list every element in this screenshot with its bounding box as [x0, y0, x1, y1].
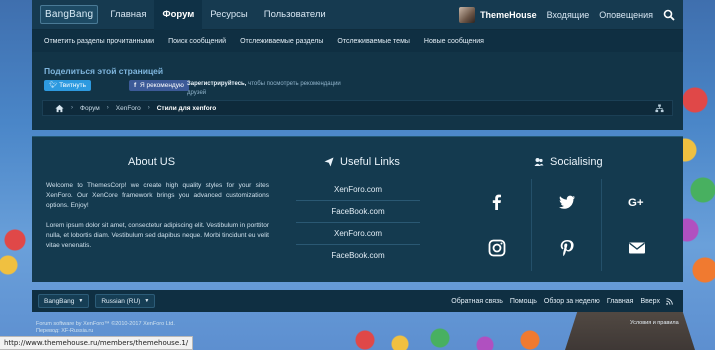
top-navigation: BangBang Главная Форум Ресурсы Пользоват…: [32, 0, 683, 30]
home-icon[interactable]: [55, 104, 64, 113]
breadcrumb-current[interactable]: Стили для xenforo: [157, 105, 217, 112]
chevron-right-icon: ›: [106, 105, 109, 111]
useful-link[interactable]: FaceBook.com: [296, 201, 420, 223]
socialising-title-wrap: Socialising: [534, 156, 603, 168]
users-icon: [534, 158, 544, 166]
user-nav: ThemeHouse Входящие Оповещения: [459, 0, 683, 30]
facebook-link[interactable]: [462, 179, 532, 225]
chevron-down-icon: ▼: [144, 298, 150, 304]
facebook-like-button[interactable]: f Я рекомендую: [129, 80, 189, 91]
useful-links-title-wrap: Useful Links: [324, 156, 400, 168]
about-title: About US: [128, 156, 176, 168]
footer-bar: BangBang ▼ Russian (RU) ▼ Обратная связь…: [32, 290, 683, 312]
facebook-icon: [492, 194, 501, 210]
style-chooser-label: BangBang: [44, 297, 75, 305]
breadcrumb-xenforo[interactable]: XenForo: [116, 105, 141, 112]
useful-link[interactable]: XenForo.com: [296, 223, 420, 245]
alerts-link[interactable]: Оповещения: [599, 10, 653, 20]
register-prompt: Зарегистрируйтесь, чтобы посмотреть реко…: [187, 80, 347, 98]
useful-link[interactable]: FaceBook.com: [296, 245, 420, 267]
tab-resources[interactable]: Ресурсы: [202, 0, 255, 30]
chevron-right-icon: ›: [147, 105, 150, 111]
useful-links-list: XenForo.com FaceBook.com XenForo.com Fac…: [296, 179, 420, 267]
subnav-watched-threads[interactable]: Отслеживаемые темы: [337, 38, 410, 45]
about-text: Welcome to ThemesCorp! we create high qu…: [46, 181, 269, 261]
footer-link-top[interactable]: Вверх: [640, 298, 660, 305]
breadcrumb-forum[interactable]: Форум: [80, 105, 100, 112]
search-icon[interactable]: [663, 9, 675, 21]
footer-widgets: About US Welcome to ThemesCorp! we creat…: [32, 136, 683, 282]
avatar[interactable]: [459, 6, 476, 23]
twitter-icon: [558, 195, 575, 209]
register-link[interactable]: Зарегистрируйтесь,: [187, 81, 246, 87]
footer-link-home[interactable]: Главная: [607, 298, 634, 305]
google-plus-icon: G+: [628, 197, 644, 209]
pinterest-icon: [560, 240, 574, 257]
sitemap-icon[interactable]: [655, 103, 664, 113]
browser-status-bar: http://www.themehouse.ru/members/themeho…: [0, 336, 194, 350]
copyright: Forum software by XenForo™ ©2010-2017 Xe…: [36, 321, 175, 335]
chevron-right-icon: ›: [71, 105, 73, 111]
terms-link[interactable]: Условия и правила: [630, 320, 679, 326]
footer-links: Обратная связь Помощь Обзор за неделю Гл…: [444, 298, 673, 305]
email-link[interactable]: [602, 225, 672, 271]
pinterest-link[interactable]: [532, 225, 602, 271]
like-label: Я рекомендую: [139, 82, 184, 89]
sub-navigation: Отметить разделы прочитанными Поиск сооб…: [32, 30, 683, 52]
translation-line[interactable]: Перевод: XF-Russia.ru: [36, 328, 175, 335]
inbox-link[interactable]: Входящие: [547, 10, 590, 20]
tab-forum[interactable]: Форум: [154, 0, 203, 30]
useful-links-title: Useful Links: [340, 156, 400, 168]
tab-home[interactable]: Главная: [102, 0, 154, 30]
share-title: Поделиться этой страницей: [44, 66, 164, 76]
rss-icon[interactable]: [666, 297, 673, 305]
about-paragraph-1: Welcome to ThemesCorp! we create high qu…: [46, 182, 269, 209]
language-chooser[interactable]: Russian (RU) ▼: [95, 294, 156, 308]
share-panel: Поделиться этой страницей 🐦︎ Твитнуть f …: [32, 52, 683, 130]
breadcrumb: › Форум › XenForo › Стили для xenforo: [42, 100, 673, 116]
subnav-watched-forums[interactable]: Отслеживаемые разделы: [240, 38, 323, 45]
useful-link[interactable]: XenForo.com: [296, 179, 420, 201]
background-balloons-left: [0, 140, 30, 280]
send-icon: [324, 157, 334, 167]
subnav-new-posts[interactable]: Новые сообщения: [424, 38, 484, 45]
tweet-label: Твитнуть: [59, 82, 87, 89]
twitter-link[interactable]: [532, 179, 602, 225]
footer-link-help[interactable]: Помощь: [510, 298, 537, 305]
site-logo[interactable]: BangBang: [40, 5, 99, 24]
tab-members[interactable]: Пользователи: [256, 0, 334, 30]
email-icon: [629, 242, 645, 254]
twitter-small-icon: 🐦︎: [49, 82, 58, 89]
instagram-link[interactable]: [462, 225, 532, 271]
tweet-button[interactable]: 🐦︎ Твитнуть: [44, 80, 92, 91]
socialising-title: Socialising: [550, 156, 603, 168]
footer-link-contact[interactable]: Обратная связь: [451, 298, 503, 305]
language-chooser-label: Russian (RU): [101, 297, 141, 305]
google-plus-link[interactable]: G+: [602, 179, 672, 225]
background-balloons-bottom: [345, 320, 575, 350]
about-paragraph-2: Lorem ipsum dolor sit amet, consectetur …: [46, 222, 269, 249]
social-icons-grid: G+: [462, 179, 672, 271]
style-chooser[interactable]: BangBang ▼: [38, 294, 90, 308]
instagram-icon: [488, 239, 505, 257]
chevron-down-icon: ▼: [78, 298, 84, 304]
subnav-search-posts[interactable]: Поиск сообщений: [168, 38, 226, 45]
facebook-small-icon: f: [134, 82, 137, 89]
svg-text:G+: G+: [628, 197, 644, 209]
username-link[interactable]: ThemeHouse: [480, 10, 537, 20]
footer-link-weekly[interactable]: Обзор за неделю: [544, 298, 600, 305]
copyright-line[interactable]: Forum software by XenForo™ ©2010-2017 Xe…: [36, 321, 175, 328]
subnav-mark-read[interactable]: Отметить разделы прочитанными: [44, 38, 154, 45]
